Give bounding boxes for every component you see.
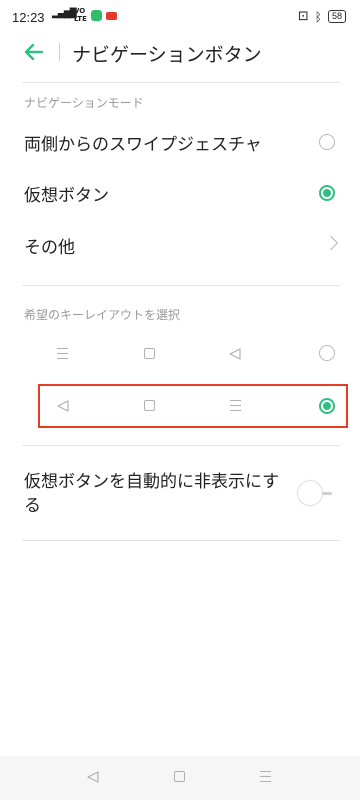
home-square-icon (144, 348, 155, 359)
battery-icon: 58 (327, 10, 346, 23)
option-label: 両側からのスワイプジェスチャ (24, 135, 262, 155)
radio-swipe-gesture[interactable] (319, 134, 335, 150)
auto-hide-label: 仮想ボタンを自動的に非表示にする (24, 472, 280, 516)
key-layout-option-1[interactable] (0, 336, 360, 370)
divider (22, 540, 340, 541)
app-header: ナビゲーションボタン (0, 34, 360, 74)
nfc-icon: ⊡ (297, 9, 309, 24)
status-time: 12:23 (12, 10, 45, 25)
volte-icon: VO LTE (74, 7, 87, 23)
bluetooth-icon: ᛒ (314, 9, 322, 24)
highlight-box (38, 384, 348, 428)
option-label: 仮想ボタン (24, 186, 109, 206)
back-triangle-icon[interactable] (87, 771, 99, 783)
divider (22, 445, 340, 446)
back-triangle-icon (229, 348, 241, 360)
youtube-icon (106, 12, 117, 20)
arrow-left-icon[interactable] (22, 40, 46, 64)
chevron-right-icon (323, 235, 339, 251)
page-title: ナビゲーションボタン (72, 44, 262, 66)
option-swipe-gesture[interactable]: 両側からのスワイプジェスチャ (0, 117, 360, 167)
option-label: その他 (24, 238, 75, 258)
radio-key-layout-1[interactable] (319, 345, 335, 361)
menu-icon[interactable] (260, 771, 271, 782)
header-divider (59, 43, 60, 61)
messaging-app-icon (91, 10, 102, 21)
home-square-icon[interactable] (174, 771, 185, 782)
auto-hide-toggle[interactable] (298, 481, 334, 505)
menu-icon (57, 348, 68, 359)
toggle-knob (298, 481, 322, 505)
section-label-navigation-mode: ナビゲーションモード (24, 96, 144, 110)
option-other[interactable]: その他 (0, 220, 360, 270)
radio-virtual-buttons[interactable] (319, 185, 335, 201)
section-label-key-layout: 希望のキーレイアウトを選択 (24, 308, 181, 322)
option-virtual-buttons[interactable]: 仮想ボタン (0, 168, 360, 218)
divider (22, 285, 340, 286)
divider (22, 82, 340, 83)
status-bar: 12:23 ▂▄▆█ VO LTE ⊡ ᛒ 58 (0, 0, 360, 34)
signal-icon: ▂▄▆█ (52, 9, 77, 19)
system-navigation-bar (0, 756, 360, 800)
